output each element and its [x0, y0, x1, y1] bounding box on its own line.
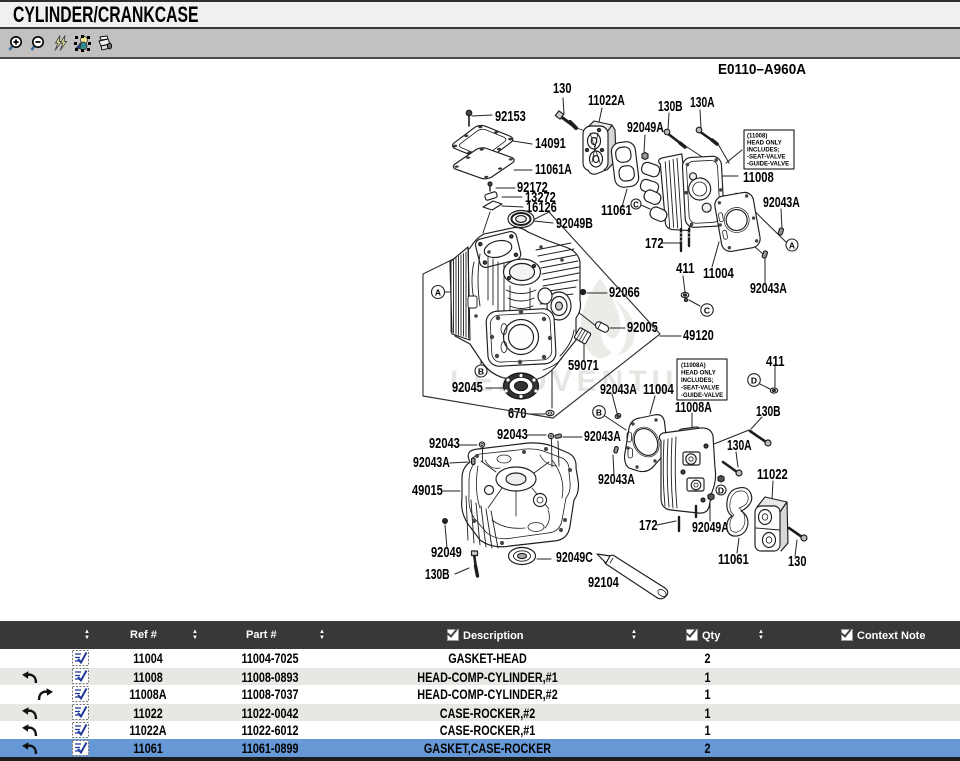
svg-text:14091: 14091	[535, 136, 566, 152]
svg-text:A: A	[789, 241, 795, 251]
svg-text:130: 130	[553, 81, 572, 97]
svg-text:92043A: 92043A	[584, 429, 621, 445]
svg-text:92049A: 92049A	[692, 520, 729, 536]
svg-text:B: B	[478, 367, 484, 377]
svg-text:C: C	[704, 306, 710, 316]
svg-text:INCLUDES;: INCLUDES;	[747, 148, 780, 154]
svg-text:92049C: 92049C	[556, 550, 593, 566]
svg-text:(11008): (11008)	[747, 134, 767, 140]
svg-text:INCLUDES;: INCLUDES;	[681, 378, 714, 384]
svg-text:92045: 92045	[452, 380, 483, 396]
svg-text:130B: 130B	[425, 567, 450, 583]
svg-text:11004: 11004	[703, 266, 734, 282]
svg-text:D: D	[751, 376, 757, 386]
svg-text:11008: 11008	[743, 170, 774, 186]
svg-text:11022A: 11022A	[588, 93, 625, 109]
svg-text:-SEAT-VALVE: -SEAT-VALVE	[747, 155, 785, 161]
svg-text:92043A: 92043A	[413, 455, 450, 471]
svg-text:HEAD ONLY: HEAD ONLY	[681, 371, 716, 377]
svg-text:(11008A): (11008A)	[681, 363, 706, 369]
svg-text:11061A: 11061A	[535, 162, 572, 178]
svg-text:HEAD ONLY: HEAD ONLY	[747, 141, 782, 147]
svg-text:92104: 92104	[588, 575, 619, 591]
svg-text:130A: 130A	[690, 95, 715, 111]
svg-text:-GUIDE-VALVE: -GUIDE-VALVE	[747, 162, 789, 168]
svg-text:B: B	[596, 408, 602, 418]
svg-text:92043A: 92043A	[750, 281, 787, 297]
svg-text:11061: 11061	[718, 552, 749, 568]
svg-text:E0110–A960A: E0110–A960A	[718, 61, 806, 78]
svg-text:C: C	[633, 201, 639, 210]
svg-text:130A: 130A	[727, 438, 752, 454]
svg-text:92005: 92005	[627, 320, 658, 336]
svg-text:92153: 92153	[495, 109, 526, 125]
svg-text:670: 670	[508, 406, 527, 422]
svg-text:172: 172	[645, 236, 664, 252]
svg-text:130B: 130B	[658, 99, 683, 115]
svg-text:172: 172	[639, 518, 658, 534]
svg-text:92049: 92049	[431, 545, 462, 561]
svg-text:92049A: 92049A	[627, 120, 664, 136]
svg-text:130: 130	[788, 554, 807, 570]
svg-text:11061: 11061	[601, 203, 632, 219]
svg-text:92066: 92066	[609, 285, 640, 301]
svg-text:49015: 49015	[412, 483, 443, 499]
svg-text:D: D	[718, 486, 724, 496]
svg-text:92049B: 92049B	[556, 216, 593, 232]
svg-text:11004: 11004	[643, 382, 674, 398]
svg-text:130B: 130B	[756, 404, 781, 420]
svg-text:92043A: 92043A	[763, 195, 800, 211]
svg-text:-SEAT-VALVE: -SEAT-VALVE	[681, 386, 719, 392]
svg-text:-GUIDE-VALVE: -GUIDE-VALVE	[681, 393, 723, 399]
svg-text:411: 411	[766, 354, 785, 370]
svg-text:92043A: 92043A	[598, 472, 635, 488]
svg-text:92043: 92043	[429, 436, 460, 452]
svg-text:A: A	[435, 288, 441, 298]
svg-text:11022: 11022	[757, 467, 788, 483]
svg-text:92043A: 92043A	[600, 382, 637, 398]
svg-text:49120: 49120	[683, 328, 714, 344]
svg-text:11008A: 11008A	[675, 400, 712, 416]
svg-text:92043: 92043	[497, 427, 528, 443]
svg-text:411: 411	[676, 261, 695, 277]
svg-text:59071: 59071	[568, 358, 599, 374]
